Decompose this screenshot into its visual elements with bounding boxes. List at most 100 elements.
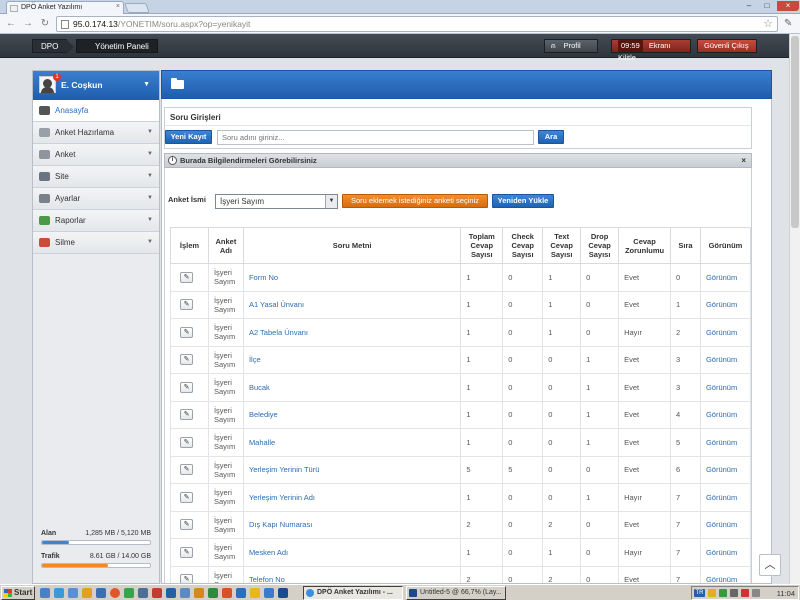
tray-alert-icon[interactable] — [741, 589, 749, 597]
quicklaunch-firefox-icon[interactable] — [110, 588, 120, 598]
cell-view[interactable]: Görünüm — [699, 400, 752, 429]
quicklaunch-ppt-icon[interactable] — [222, 588, 232, 598]
cell-question[interactable]: Yerleşim Yerinin Adı — [242, 483, 462, 512]
cell-required: Evet — [618, 510, 672, 539]
cell-question[interactable]: Belediye — [242, 400, 462, 429]
breadcrumb-home[interactable]: DPO — [32, 39, 75, 55]
quicklaunch-tool-icon[interactable] — [194, 588, 204, 598]
quicklaunch-explorer-icon[interactable] — [68, 588, 78, 598]
cell-question[interactable]: Mahalle — [242, 428, 462, 457]
cell-view[interactable]: Görünüm — [699, 483, 752, 512]
close-tab-icon[interactable]: × — [116, 3, 120, 10]
edit-icon[interactable]: ✎ — [180, 464, 193, 476]
window-close-icon[interactable]: × — [777, 1, 799, 11]
minimize-icon[interactable]: – — [740, 1, 758, 11]
cell-view[interactable]: Görünüm — [699, 263, 752, 292]
quicklaunch-green-icon[interactable] — [124, 588, 134, 598]
start-button[interactable]: Start — [1, 586, 35, 600]
edit-icon[interactable]: ✎ — [180, 491, 193, 503]
quicklaunch-photoshop-icon[interactable] — [278, 588, 288, 598]
cell-question[interactable]: Form No — [242, 263, 462, 292]
quicklaunch-word-icon[interactable] — [166, 588, 176, 598]
sidebar-item-delete[interactable]: Silme ▼ — [33, 232, 159, 254]
quicklaunch-excel-icon[interactable] — [208, 588, 218, 598]
breadcrumb-admin-panel[interactable]: Yönetim Paneli — [76, 39, 158, 53]
edit-icon[interactable]: ✎ — [180, 354, 193, 366]
sidebar-item-cloud[interactable]: Anasayfa — [33, 100, 159, 122]
cell-view[interactable]: Görünüm — [699, 455, 752, 484]
logout-button[interactable]: Güvenli Çıkış — [697, 39, 757, 53]
cell-view[interactable]: Görünüm — [699, 510, 752, 539]
profile-button[interactable]: ⍝ Profil — [544, 39, 598, 53]
cell-view[interactable]: Görünüm — [699, 565, 752, 583]
tray-network-icon[interactable] — [730, 589, 738, 597]
info-close-icon[interactable]: × — [741, 154, 746, 167]
edit-icon[interactable]: ✎ — [180, 409, 193, 421]
cell-question[interactable]: Dış Kapı Numarası — [242, 510, 462, 539]
cell-question[interactable]: Mesken Adı — [242, 538, 462, 567]
search-input[interactable] — [217, 130, 534, 145]
sidebar-item-report[interactable]: Raporlar ▼ — [33, 210, 159, 232]
back-icon[interactable]: ← — [5, 18, 17, 30]
bookmark-star-icon[interactable]: ☆ — [763, 17, 773, 30]
cell-question[interactable]: A1 Yasal Ünvanı — [242, 290, 462, 319]
new-tab-button[interactable] — [124, 3, 150, 13]
edit-icon[interactable]: ✎ — [180, 326, 193, 338]
quicklaunch-media-icon[interactable] — [180, 588, 190, 598]
cell-question[interactable]: Bucak — [242, 373, 462, 402]
scroll-to-top-button[interactable]: ︿ — [759, 554, 781, 576]
sidebar-item-clipboard[interactable]: Anket Hazırlama ▼ — [33, 122, 159, 144]
tray-app-icon[interactable] — [708, 589, 716, 597]
edit-icon[interactable]: ✎ — [180, 271, 193, 283]
taskbar-item-browser[interactable]: DPÖ Anket Yazılımı - ... — [303, 586, 403, 600]
tray-volume-icon[interactable] — [752, 589, 760, 597]
cell-view[interactable]: Görünüm — [699, 373, 752, 402]
cell-view[interactable]: Görünüm — [699, 345, 752, 374]
quicklaunch-outlook-icon[interactable] — [236, 588, 246, 598]
edit-icon[interactable]: ✎ — [180, 381, 193, 393]
edit-icon[interactable]: ✎ — [180, 519, 193, 531]
cell-view[interactable]: Görünüm — [699, 290, 752, 319]
maximize-icon[interactable]: □ — [758, 1, 776, 11]
quicklaunch-util-icon[interactable] — [250, 588, 260, 598]
wrench-icon[interactable]: ✎ — [784, 18, 792, 29]
reload-icon[interactable]: ↻ — [39, 18, 51, 30]
quicklaunch-app-icon[interactable] — [96, 588, 106, 598]
user-menu[interactable]: 1 E. Coşkun ▼ — [33, 71, 159, 100]
lock-screen-button[interactable]: 09:59 Ekranı Kilitle — [611, 39, 691, 62]
sidebar-item-survey[interactable]: Anket ▼ — [33, 144, 159, 166]
quicklaunch-desktop-icon[interactable] — [40, 588, 50, 598]
edit-icon[interactable]: ✎ — [180, 299, 193, 311]
page-scrollbar[interactable] — [789, 34, 800, 584]
select-survey-hint-button[interactable]: Soru eklemek istediğiniz anketi seçiniz — [342, 194, 488, 208]
edit-icon[interactable]: ✎ — [180, 546, 193, 558]
edit-icon[interactable]: ✎ — [180, 436, 193, 448]
sidebar-item-settings[interactable]: Ayarlar ▼ — [33, 188, 159, 210]
cell-view[interactable]: Görünüm — [699, 428, 752, 457]
language-indicator[interactable]: TR — [694, 589, 705, 597]
edit-icon[interactable]: ✎ — [180, 574, 193, 583]
cell-question[interactable]: Telefon No — [242, 565, 462, 583]
tray-security-icon[interactable] — [719, 589, 727, 597]
cell-question[interactable]: İlçe — [242, 345, 462, 374]
taskbar-item-photoshop[interactable]: Untitled-5 @ 66,7% (Lay... — [406, 586, 506, 600]
cell-view[interactable]: Görünüm — [699, 318, 752, 347]
forward-icon[interactable]: → — [22, 18, 34, 30]
cell-question[interactable]: A2 Tabela Ünvanı — [242, 318, 462, 347]
cell-question[interactable]: Yerleşim Yerinin Türü — [242, 455, 462, 484]
quicklaunch-folder-icon[interactable] — [82, 588, 92, 598]
quicklaunch-network-icon[interactable] — [138, 588, 148, 598]
address-bar[interactable]: 95.0.174.13/YONETIM/soru.aspx?op=yenikay… — [56, 16, 778, 32]
search-button[interactable]: Ara — [538, 130, 564, 144]
cell-view[interactable]: Görünüm — [699, 538, 752, 567]
survey-select[interactable]: İşyeri Sayım ▼ — [215, 194, 338, 209]
scrollbar-thumb[interactable] — [791, 36, 799, 228]
new-record-button[interactable]: Yeni Kayıt — [165, 130, 212, 144]
browser-tab[interactable]: DPÖ Anket Yazılımı × — [6, 1, 124, 14]
quicklaunch-ie-icon[interactable] — [54, 588, 64, 598]
quicklaunch-skype-icon[interactable] — [264, 588, 274, 598]
sidebar-item-site[interactable]: Site ▼ — [33, 166, 159, 188]
quicklaunch-red-icon[interactable] — [152, 588, 162, 598]
taskbar-item-photoshop-label: Untitled-5 @ 66,7% (Lay... — [420, 589, 502, 596]
reload-button[interactable]: Yeniden Yükle — [492, 194, 554, 208]
